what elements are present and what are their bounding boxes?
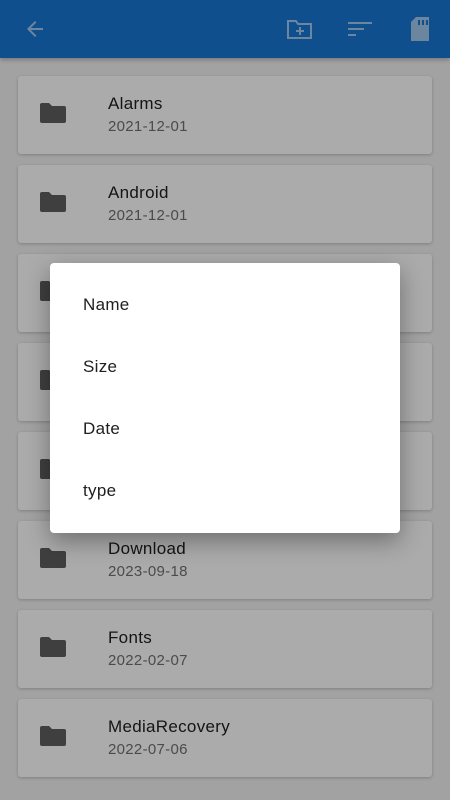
sort-option-name[interactable]: Name	[50, 274, 400, 336]
sort-option-size[interactable]: Size	[50, 336, 400, 398]
sort-dialog: Name Size Date type	[50, 263, 400, 533]
sort-option-date[interactable]: Date	[50, 398, 400, 460]
sort-option-type[interactable]: type	[50, 460, 400, 522]
